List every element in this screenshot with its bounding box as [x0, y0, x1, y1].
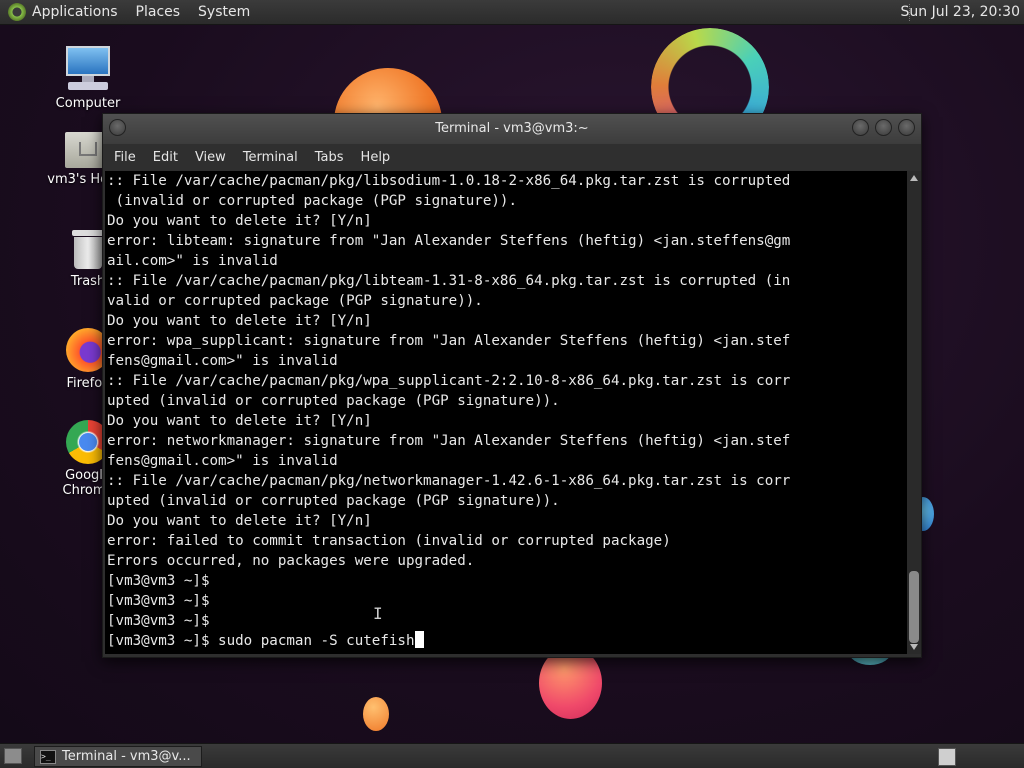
text-cursor: [414, 631, 424, 648]
terminal-line: :: File /var/cache/pacman/pkg/networkman…: [107, 473, 791, 489]
menu-tabs[interactable]: Tabs: [315, 150, 344, 165]
terminal-line: upted (invalid or corrupted package (PGP…: [107, 493, 560, 509]
terminal-line: fens@gmail.com>" is invalid: [107, 353, 338, 369]
trash-icon: [70, 230, 106, 270]
terminal-line: fens@gmail.com>" is invalid: [107, 453, 338, 469]
terminal-line: [vm3@vm3 ~]$: [107, 573, 210, 589]
terminal-input-line[interactable]: [vm3@vm3 ~]$ sudo pacman -S cutefish: [105, 631, 907, 651]
terminal-title: Terminal - vm3@vm3:~: [435, 121, 589, 136]
terminal-line: valid or corrupted package (PGP signatur…: [107, 293, 483, 309]
terminal-menubar: File Edit View Terminal Tabs Help: [103, 144, 921, 170]
terminal-line: :: File /var/cache/pacman/pkg/libsodium-…: [107, 173, 791, 189]
terminal-window[interactable]: Terminal - vm3@vm3:~ File Edit View Term…: [102, 113, 922, 658]
terminal-icon: >_: [40, 749, 56, 764]
terminal-line: Errors occurred, no packages were upgrad…: [107, 553, 475, 569]
terminal-line: error: failed to commit transaction (inv…: [107, 533, 671, 549]
scroll-up-arrow-icon[interactable]: [910, 175, 918, 181]
menu-system[interactable]: System: [198, 4, 250, 20]
taskbar-item-label: Terminal - vm3@v...: [62, 749, 191, 764]
distro-logo-icon[interactable]: [8, 3, 26, 21]
menu-terminal[interactable]: Terminal: [243, 150, 298, 165]
terminal-line: Do you want to delete it? [Y/n]: [107, 413, 372, 429]
terminal-titlebar[interactable]: Terminal - vm3@vm3:~: [103, 114, 921, 144]
terminal-line: ail.com>" is invalid: [107, 253, 278, 269]
command-input[interactable]: sudo pacman -S cutefish: [218, 633, 414, 649]
menu-file[interactable]: File: [114, 150, 136, 165]
desktop-icon-label: Computer: [55, 96, 121, 111]
terminal-line: Do you want to delete it? [Y/n]: [107, 213, 372, 229]
terminal-line: upted (invalid or corrupted package (PGP…: [107, 393, 560, 409]
terminal-line: (invalid or corrupted package (PGP signa…: [107, 193, 517, 209]
terminal-line: Do you want to delete it? [Y/n]: [107, 313, 372, 329]
desktop-icon-label: Trash: [70, 274, 106, 289]
menu-edit[interactable]: Edit: [153, 150, 178, 165]
top-panel: Applications Places System Sun Jul 23, 2…: [0, 0, 1024, 25]
menu-help[interactable]: Help: [361, 150, 391, 165]
terminal-scrollbar[interactable]: [907, 171, 921, 654]
minimize-button[interactable]: [852, 119, 869, 136]
terminal-line: Do you want to delete it? [Y/n]: [107, 513, 372, 529]
terminal-line: error: wpa_supplicant: signature from "J…: [107, 333, 791, 349]
clock[interactable]: Sun Jul 23, 20:30: [901, 4, 1021, 20]
show-desktop-icon[interactable]: [4, 748, 22, 764]
terminal-line: error: libteam: signature from "Jan Alex…: [107, 233, 791, 249]
computer-icon: [64, 46, 112, 92]
terminal-line: [vm3@vm3 ~]$: [107, 593, 210, 609]
desktop-icon-computer[interactable]: Computer: [43, 46, 133, 111]
taskbar-item-terminal[interactable]: >_ Terminal - vm3@v...: [34, 746, 202, 767]
mouse-ibeam-cursor-icon: I: [373, 604, 383, 623]
terminal-line: error: networkmanager: signature from "J…: [107, 433, 791, 449]
prompt: [vm3@vm3 ~]$: [107, 633, 219, 649]
bottom-panel: >_ Terminal - vm3@v...: [0, 743, 1024, 768]
close-button[interactable]: [898, 119, 915, 136]
scrollbar-thumb[interactable]: [909, 571, 919, 643]
wallpaper-small-orange-blob: [363, 697, 389, 731]
menu-view[interactable]: View: [195, 150, 226, 165]
terminal-output[interactable]: :: File /var/cache/pacman/pkg/libsodium-…: [105, 171, 907, 654]
terminal-line: [vm3@vm3 ~]$: [107, 613, 210, 629]
workspace-switcher[interactable]: [938, 748, 956, 766]
terminal-line: :: File /var/cache/pacman/pkg/wpa_suppli…: [107, 373, 791, 389]
terminal-line: :: File /var/cache/pacman/pkg/libteam-1.…: [107, 273, 791, 289]
maximize-button[interactable]: [875, 119, 892, 136]
menu-places[interactable]: Places: [136, 4, 181, 20]
window-menu-button[interactable]: [109, 119, 126, 136]
menu-applications[interactable]: Applications: [32, 4, 118, 20]
scroll-down-arrow-icon[interactable]: [910, 644, 918, 650]
